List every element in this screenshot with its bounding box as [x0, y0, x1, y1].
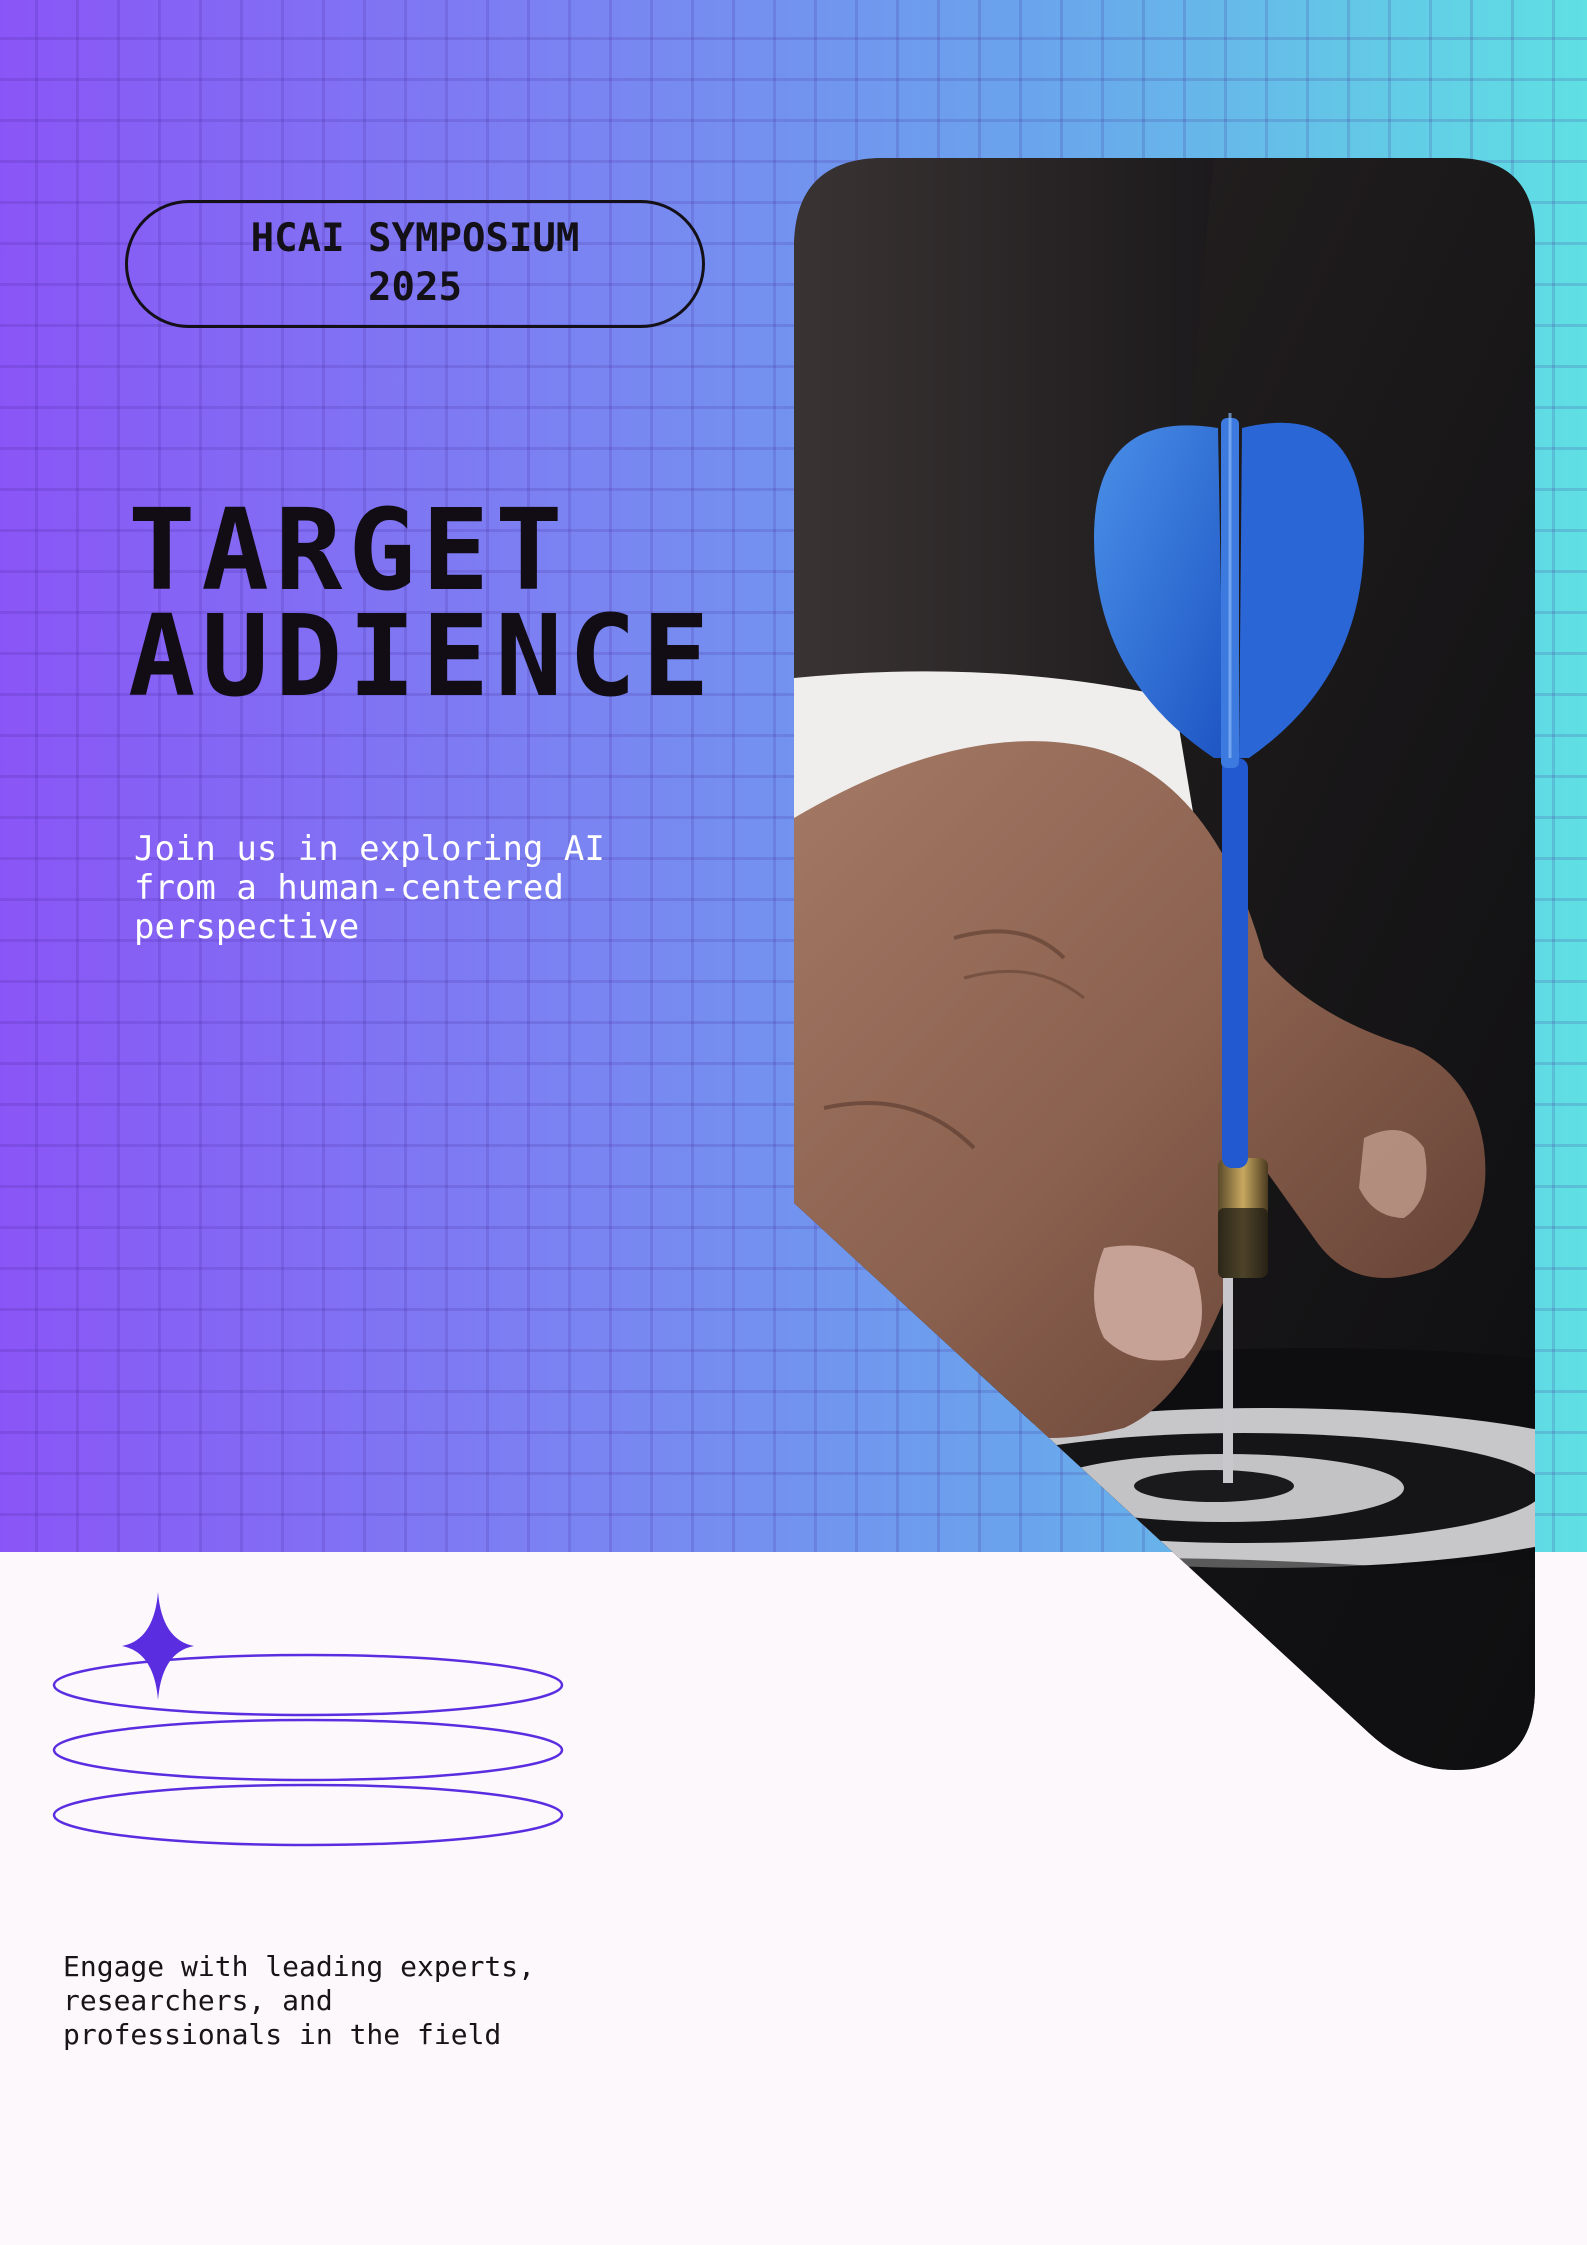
- event-badge: HCAI SYMPOSIUM 2025: [125, 200, 705, 328]
- badge-line-1: HCAI SYMPOSIUM: [250, 216, 580, 262]
- dart-photo: [794, 158, 1535, 1770]
- title-line-1: TARGET: [128, 486, 569, 616]
- rings-decoration: [48, 1588, 568, 1848]
- title-line-2: AUDIENCE: [128, 592, 716, 722]
- intro-line-1: Join us in exploring AI: [134, 829, 605, 869]
- intro-line-3: perspective: [134, 907, 360, 947]
- outro-line-2: researchers, and: [63, 1984, 333, 2017]
- page-title: TARGET AUDIENCE: [128, 486, 716, 722]
- intro-line-2: from a human-centered: [134, 868, 564, 908]
- intro-text: Join us in exploring AI from a human-cen…: [134, 830, 694, 947]
- outro-line-3: professionals in the field: [63, 2018, 502, 2051]
- badge-line-2: 2025: [368, 265, 462, 310]
- outro-line-1: Engage with leading experts,: [63, 1950, 536, 1983]
- sparkle-icon: [122, 1592, 194, 1700]
- outro-text: Engage with leading experts, researchers…: [63, 1950, 623, 2052]
